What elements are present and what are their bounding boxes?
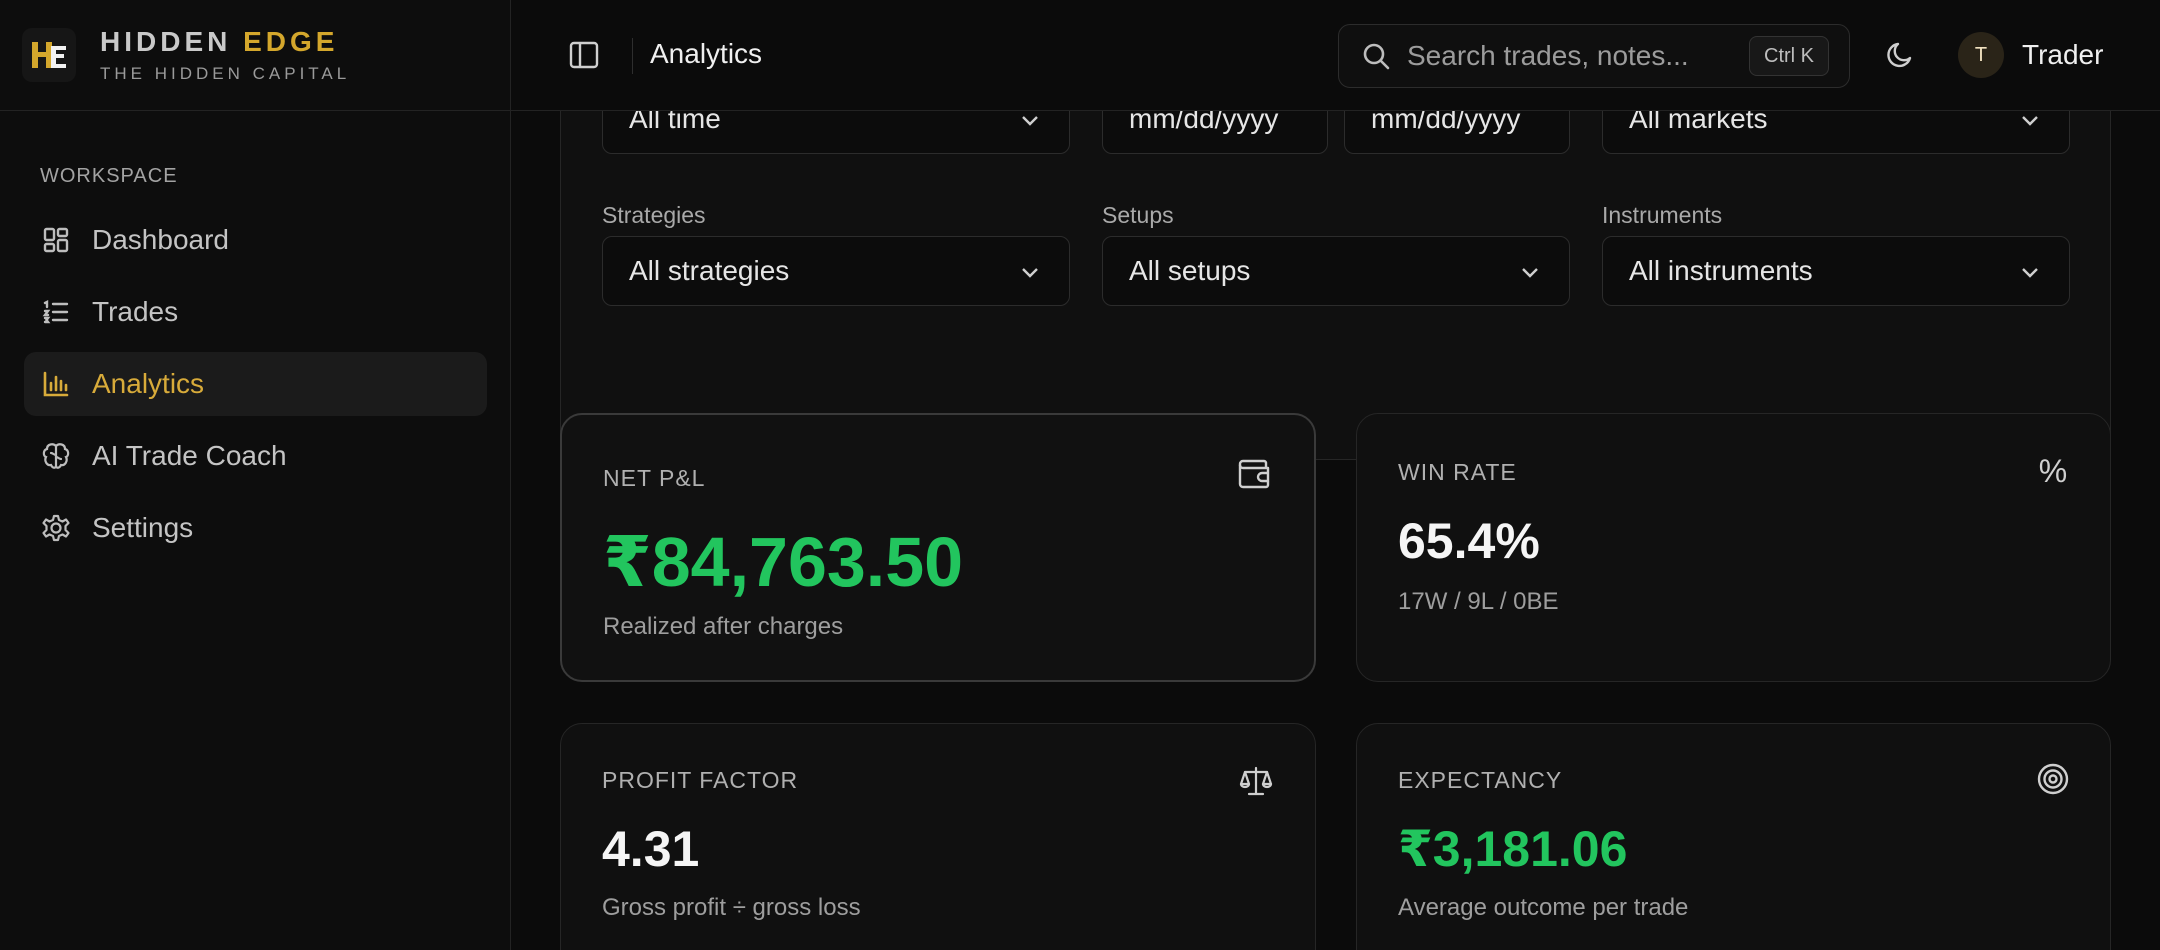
user-menu[interactable]: T Trader (1958, 32, 2103, 78)
instruments-select[interactable]: All instruments (1602, 236, 2070, 306)
panel-left-icon (569, 41, 599, 69)
logo (22, 28, 76, 82)
strategies-label: Strategies (602, 202, 706, 228)
logo-mark-icon (32, 42, 66, 68)
setups-select-value: All setups (1129, 255, 1251, 286)
setups-select[interactable]: All setups (1102, 236, 1570, 306)
avatar: T (1958, 32, 2004, 78)
period-select[interactable]: All time (602, 111, 1070, 154)
strategies-select-value: All strategies (629, 255, 790, 286)
card-title: NET P&L (603, 465, 706, 491)
markets-select[interactable]: All markets (1602, 111, 2070, 154)
sidebar-toggle-button[interactable] (567, 38, 601, 72)
dashboard-icon (40, 224, 72, 256)
card-title: WIN RATE (1398, 459, 1517, 485)
sidebar-item-label: AI Trade Coach (92, 440, 287, 471)
search-shortcut-badge: Ctrl K (1749, 36, 1829, 76)
date-to-input[interactable]: mm/dd/yyyy (1344, 111, 1570, 154)
chevron-down-icon (1522, 268, 1538, 278)
sidebar: HIDDEN EDGE THE HIDDEN CAPITAL WORKSPACE… (0, 0, 511, 950)
net-pl-value: ₹84,763.50 (603, 523, 964, 601)
markets-select-value: All markets (1629, 111, 1768, 134)
date-to-placeholder: mm/dd/yyyy (1371, 111, 1521, 134)
sidebar-nav: Dashboard Trades Analytics AI Trade Coac… (24, 208, 487, 568)
sidebar-item-label: Settings (92, 512, 194, 543)
strategies-select[interactable]: All strategies (602, 236, 1070, 306)
net-pl-card[interactable]: NET P&L ₹84,763.50 Realized after charge… (560, 413, 1316, 682)
sidebar-item-dashboard[interactable]: Dashboard (24, 208, 487, 272)
percent-icon: % (2038, 452, 2068, 489)
chevron-down-icon (2022, 116, 2038, 126)
brand-name-part2: EDGE (243, 26, 339, 57)
topbar: Analytics Ctrl K T Trader (511, 0, 2160, 111)
instruments-select-value: All instruments (1629, 255, 1813, 286)
net-pl-subtext: Realized after charges (603, 613, 844, 640)
gear-icon (40, 512, 72, 544)
expectancy-value: ₹3,181.06 (1398, 821, 1628, 877)
bar-chart-icon (40, 368, 72, 400)
filters-panel: All time mm/dd/yyyy mm/dd/yyyy All marke… (560, 111, 2111, 460)
sidebar-item-label: Dashboard (92, 224, 229, 255)
sidebar-item-label: Trades (92, 296, 179, 327)
scale-icon (1237, 762, 1275, 800)
win-rate-subtext: 17W / 9L / 0BE (1398, 588, 1559, 615)
page-title: Analytics (650, 38, 763, 69)
chevron-down-icon (1022, 268, 1038, 278)
win-rate-value: 65.4% (1398, 513, 1540, 569)
profit-factor-value: 4.31 (602, 821, 700, 877)
sidebar-section-label: WORKSPACE (40, 165, 178, 187)
brain-icon (40, 440, 72, 472)
brand-tagline: THE HIDDEN CAPITAL (100, 64, 351, 83)
period-select-value: All time (629, 111, 721, 134)
brand-name-part1: HIDDEN (100, 26, 244, 57)
card-title: PROFIT FACTOR (602, 767, 799, 793)
topbar-divider (632, 38, 633, 74)
app-root: HIDDEN EDGE THE HIDDEN CAPITAL WORKSPACE… (0, 0, 2160, 950)
main-content: All time mm/dd/yyyy mm/dd/yyyy All marke… (511, 111, 2160, 950)
brand[interactable]: HIDDEN EDGE THE HIDDEN CAPITAL (0, 0, 510, 111)
user-name: Trader (2022, 39, 2104, 70)
sidebar-item-label: Analytics (92, 368, 205, 399)
list-icon (40, 296, 72, 328)
chevron-down-icon (1022, 116, 1038, 126)
setups-label: Setups (1102, 202, 1174, 228)
search-icon (1363, 43, 1390, 70)
profit-factor-card[interactable]: PROFIT FACTOR 4.31 Gross profit ÷ gross … (560, 723, 1316, 950)
search-input[interactable] (1407, 40, 1737, 72)
date-from-input[interactable]: mm/dd/yyyy (1102, 111, 1328, 154)
sidebar-item-ai-trade-coach[interactable]: AI Trade Coach (24, 424, 487, 488)
theme-toggle-button[interactable] (1883, 38, 1917, 72)
expectancy-subtext: Average outcome per trade (1398, 894, 1689, 921)
moon-icon (1887, 42, 1912, 68)
search-box[interactable]: Ctrl K (1338, 24, 1850, 88)
instruments-label: Instruments (1602, 202, 1723, 228)
sidebar-item-analytics[interactable]: Analytics (24, 352, 487, 416)
win-rate-card[interactable]: WIN RATE % 65.4% 17W / 9L / 0BE (1356, 413, 2111, 682)
card-title: EXPECTANCY (1398, 767, 1563, 793)
date-from-placeholder: mm/dd/yyyy (1129, 111, 1279, 134)
brand-text: HIDDEN EDGE THE HIDDEN CAPITAL (100, 26, 350, 84)
chevron-down-icon (2022, 268, 2038, 278)
expectancy-card[interactable]: EXPECTANCY ₹3,181.06 Average outcome per… (1356, 723, 2111, 950)
brand-name: HIDDEN EDGE (100, 26, 350, 58)
profit-factor-subtext: Gross profit ÷ gross loss (602, 894, 861, 921)
sidebar-item-settings[interactable]: Settings (24, 496, 487, 560)
wallet-icon (1236, 455, 1274, 493)
target-icon (2034, 760, 2072, 798)
sidebar-item-trades[interactable]: Trades (24, 280, 487, 344)
